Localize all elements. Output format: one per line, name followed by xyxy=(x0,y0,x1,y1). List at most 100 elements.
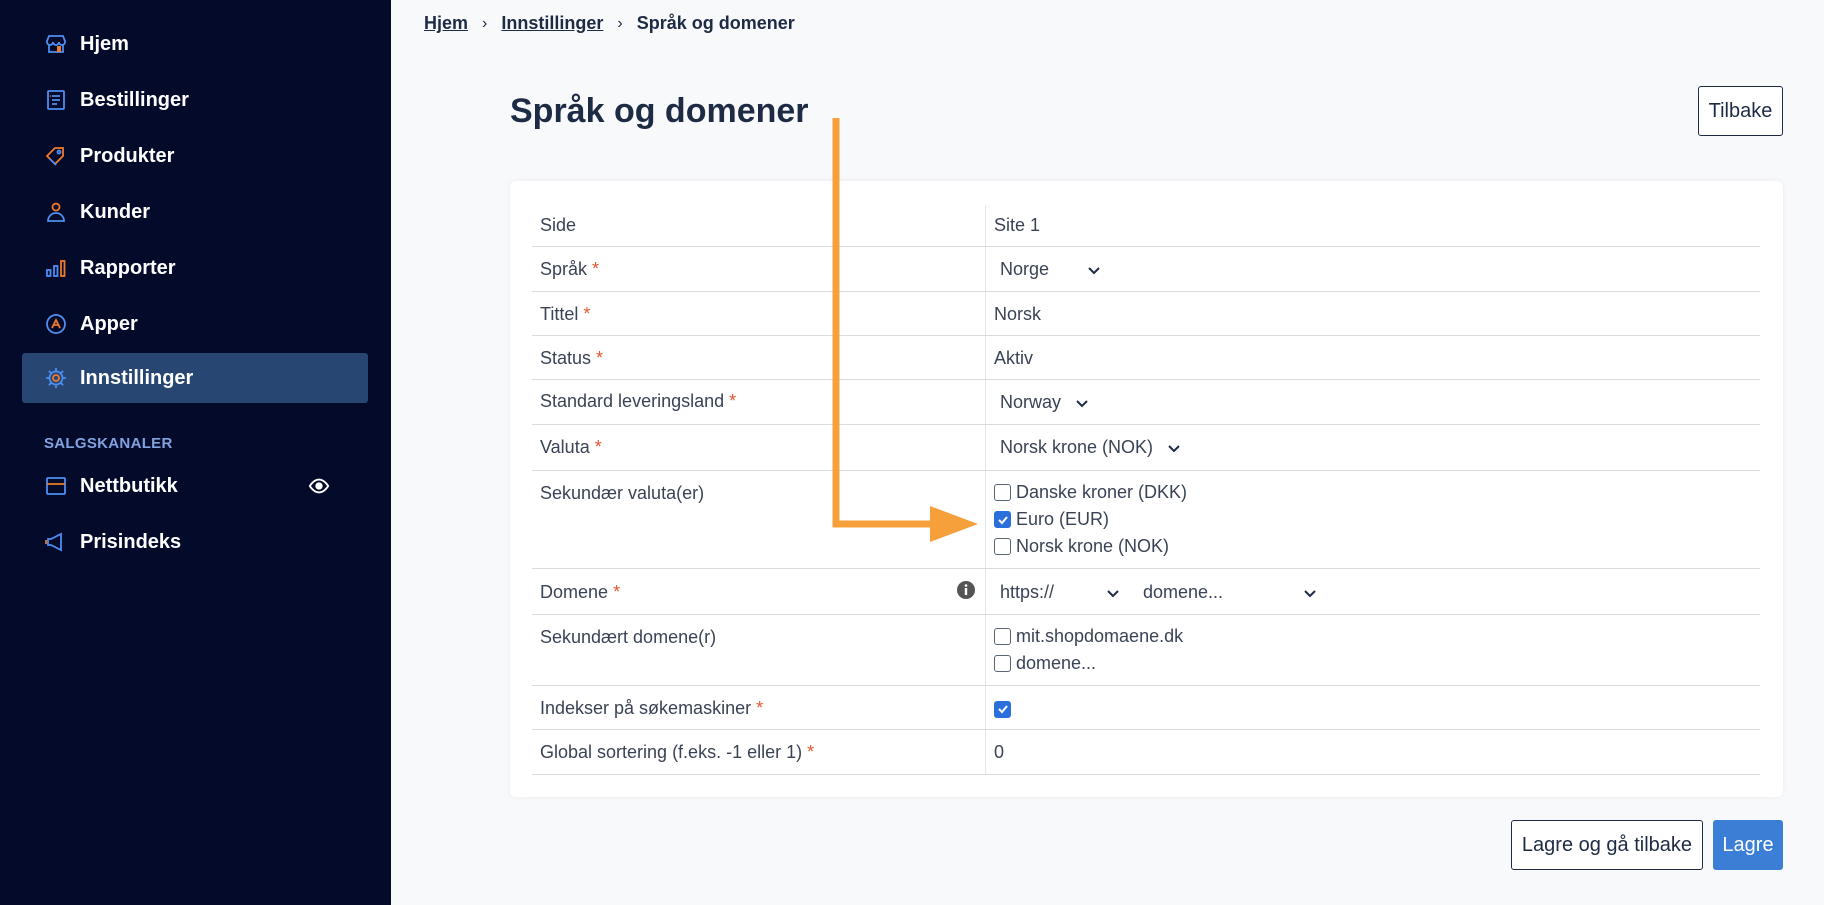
tag-icon xyxy=(44,144,68,168)
checkbox-option[interactable]: Norsk krone (NOK) xyxy=(994,533,1187,560)
sidebar-item-nettbutikk[interactable]: Nettbutikk xyxy=(22,461,368,511)
check-icon xyxy=(997,515,1008,524)
field-label: Valuta xyxy=(540,437,590,457)
select-value: https:// xyxy=(1000,582,1055,602)
delivery-country-select[interactable]: Norway xyxy=(1000,392,1089,413)
field-label: Side xyxy=(540,215,577,235)
chevron-down-icon xyxy=(1304,589,1316,597)
select-value: domene... xyxy=(1143,582,1224,602)
checkbox-checked[interactable] xyxy=(994,511,1011,528)
row-sortering: Global sortering (f.eks. -1 eller 1) * 0 xyxy=(532,730,1760,775)
checkbox-option[interactable]: domene... xyxy=(994,650,1183,677)
field-label: Tittel xyxy=(540,304,579,324)
checkbox-label: mit.shopdomaene.dk xyxy=(1016,626,1184,646)
checkbox-option[interactable]: mit.shopdomaene.dk xyxy=(994,623,1183,650)
checkbox[interactable] xyxy=(994,655,1011,672)
checkbox-label: Norsk krone (NOK) xyxy=(1016,536,1170,556)
save-button[interactable]: Lagre xyxy=(1713,820,1783,870)
sidebar-item-label: Rapporter xyxy=(80,256,176,279)
required-mark: * xyxy=(613,582,621,602)
chevron-right-icon: › xyxy=(482,14,488,32)
sort-order-input[interactable]: 0 xyxy=(994,742,1004,763)
required-mark: * xyxy=(594,437,602,457)
page-title: Språk og domener xyxy=(510,92,809,130)
required-mark: * xyxy=(596,348,604,368)
checkbox[interactable] xyxy=(994,538,1011,555)
checkbox[interactable] xyxy=(994,484,1011,501)
secondary-currency-list: Danske kroner (DKK) Euro (EUR) Norsk kro… xyxy=(994,479,1187,560)
select-value: Norway xyxy=(1000,392,1062,412)
shop-icon xyxy=(44,474,68,498)
sidebar-item-produkter[interactable]: Produkter xyxy=(22,131,368,181)
breadcrumb-current: Språk og domener xyxy=(636,13,795,33)
required-mark: * xyxy=(592,259,600,279)
sidebar-item-label: Produkter xyxy=(80,144,175,167)
sidebar-item-label: Innstillinger xyxy=(80,366,194,389)
field-label: Sekundært domene(r) xyxy=(540,627,717,647)
back-button[interactable]: Tilbake xyxy=(1698,86,1783,136)
row-sekundar-valuta: Sekundær valuta(er) Danske kroner (DKK) … xyxy=(532,471,1760,569)
currency-select[interactable]: Norsk krone (NOK) xyxy=(1000,437,1181,458)
row-sekundart-domene: Sekundært domene(r) mit.shopdomaene.dk d… xyxy=(532,615,1760,686)
sidebar-item-apper[interactable]: Apper xyxy=(22,299,368,349)
language-select[interactable]: Norge xyxy=(1000,259,1101,280)
store-icon xyxy=(44,32,68,56)
check-icon xyxy=(997,705,1008,714)
row-leveringsland: Standard leveringsland * Norway xyxy=(532,380,1760,425)
sidebar-item-label: Prisindeks xyxy=(80,530,182,553)
sidebar-item-prisindeks[interactable]: Prisindeks xyxy=(22,517,368,567)
chevron-down-icon xyxy=(1088,266,1100,274)
sidebar-item-label: Hjem xyxy=(80,32,129,55)
field-label: Domene xyxy=(540,582,609,602)
row-indekser: Indekser på søkemaskiner * xyxy=(532,686,1760,730)
index-search-engines-checkbox[interactable] xyxy=(994,700,1011,718)
checkbox[interactable] xyxy=(994,628,1011,645)
field-label: Indekser på søkemaskiner xyxy=(540,698,752,718)
eye-icon[interactable] xyxy=(308,475,330,497)
sidebar-item-innstillinger[interactable]: Innstillinger xyxy=(22,353,368,403)
row-status: Status * Aktiv xyxy=(532,336,1760,380)
section-heading-salgskanaler: SALGSKANALER xyxy=(44,435,173,452)
sidebar-item-bestillinger[interactable]: Bestillinger xyxy=(22,75,368,125)
sidebar-item-label: Bestillinger xyxy=(80,88,189,111)
breadcrumb-link-hjem[interactable]: Hjem xyxy=(424,13,468,34)
orders-icon xyxy=(44,88,68,112)
title-input[interactable]: Norsk xyxy=(994,304,1041,325)
info-icon[interactable] xyxy=(956,580,976,600)
checkbox-option[interactable]: Euro (EUR) xyxy=(994,506,1187,533)
row-valuta: Valuta * Norsk krone (NOK) xyxy=(532,425,1760,471)
required-mark: * xyxy=(729,391,737,411)
row-tittel: Tittel * Norsk xyxy=(532,292,1760,336)
secondary-domain-list: mit.shopdomaene.dk domene... xyxy=(994,623,1183,677)
gear-icon xyxy=(44,366,68,390)
checkbox-label: domene... xyxy=(1016,653,1097,673)
save-and-back-button[interactable]: Lagre og gå tilbake xyxy=(1511,820,1703,870)
chevron-down-icon xyxy=(1168,444,1180,452)
apps-icon xyxy=(44,312,68,336)
required-mark: * xyxy=(583,304,591,324)
megaphone-icon xyxy=(44,530,68,554)
status-value[interactable]: Aktiv xyxy=(994,348,1033,369)
field-label: Global sortering (f.eks. -1 eller 1) xyxy=(540,742,803,762)
sidebar-item-hjem[interactable]: Hjem xyxy=(22,19,368,69)
required-mark: * xyxy=(756,698,764,718)
checkbox-label: Danske kroner (DKK) xyxy=(1016,482,1188,502)
row-domene: Domene * https:// domene... xyxy=(532,569,1760,615)
chevron-down-icon xyxy=(1107,589,1119,597)
breadcrumb: Hjem › Innstillinger › Språk og domener xyxy=(424,13,795,34)
select-value: Norge xyxy=(1000,259,1050,279)
row-sprak: Språk * Norge xyxy=(532,247,1760,292)
domain-select[interactable]: domene... xyxy=(1143,582,1317,603)
breadcrumb-link-innstillinger[interactable]: Innstillinger xyxy=(501,13,603,34)
select-value: Norsk krone (NOK) xyxy=(1000,437,1154,457)
field-label: Språk xyxy=(540,259,588,279)
sidebar-item-label: Apper xyxy=(80,312,138,335)
sidebar-item-kunder[interactable]: Kunder xyxy=(22,187,368,237)
sidebar: Hjem Bestillinger Produkter Kunder Rappo… xyxy=(0,0,391,905)
row-side: Side Site 1 xyxy=(532,205,1760,247)
sidebar-item-label: Kunder xyxy=(80,200,150,223)
protocol-select[interactable]: https:// xyxy=(1000,582,1120,603)
chevron-right-icon: › xyxy=(617,14,623,32)
sidebar-item-rapporter[interactable]: Rapporter xyxy=(22,243,368,293)
checkbox-option[interactable]: Danske kroner (DKK) xyxy=(994,479,1187,506)
